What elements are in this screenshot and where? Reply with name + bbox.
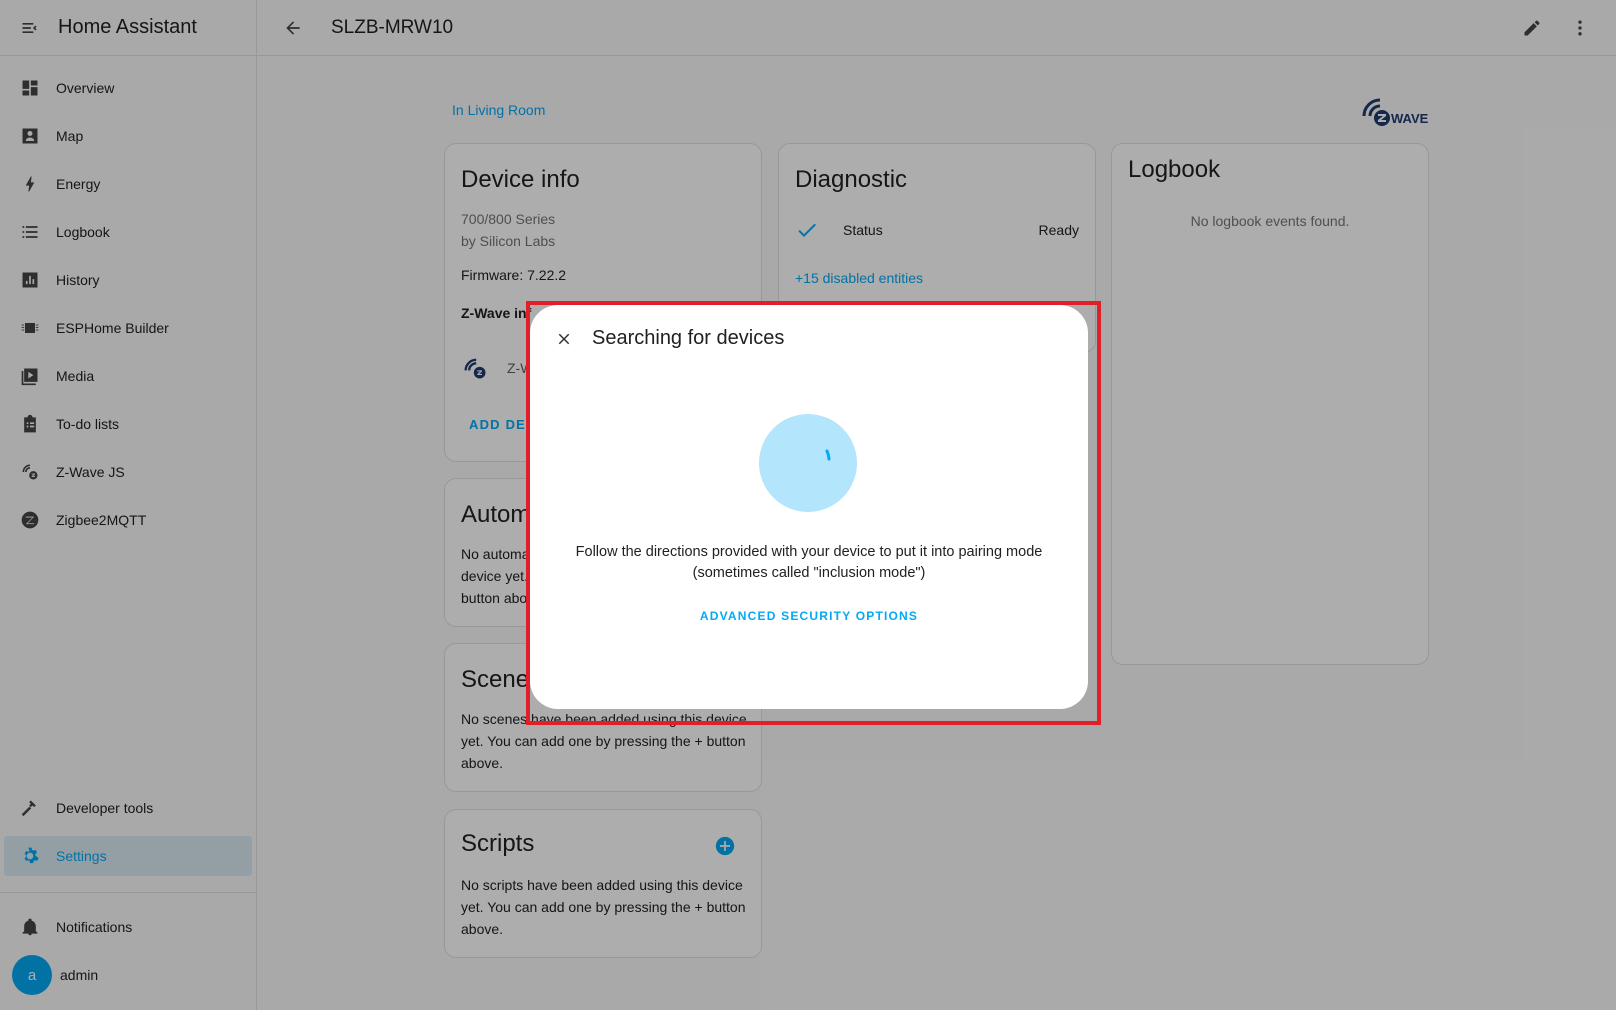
instruction-line: Follow the directions provided with your… bbox=[575, 544, 1043, 560]
dialog-title: Searching for devices bbox=[592, 327, 785, 349]
pairing-instructions: Follow the directions provided with your… bbox=[550, 542, 1068, 584]
close-icon[interactable] bbox=[552, 327, 576, 351]
loading-spinner-icon bbox=[759, 414, 857, 512]
advanced-security-options-container: ADVANCED SECURITY OPTIONS bbox=[530, 607, 1088, 625]
advanced-security-options-button[interactable]: ADVANCED SECURITY OPTIONS bbox=[700, 609, 918, 623]
searching-devices-dialog: Searching for devices Follow the directi… bbox=[530, 305, 1088, 709]
instruction-line: (sometimes called "inclusion mode") bbox=[692, 565, 926, 581]
